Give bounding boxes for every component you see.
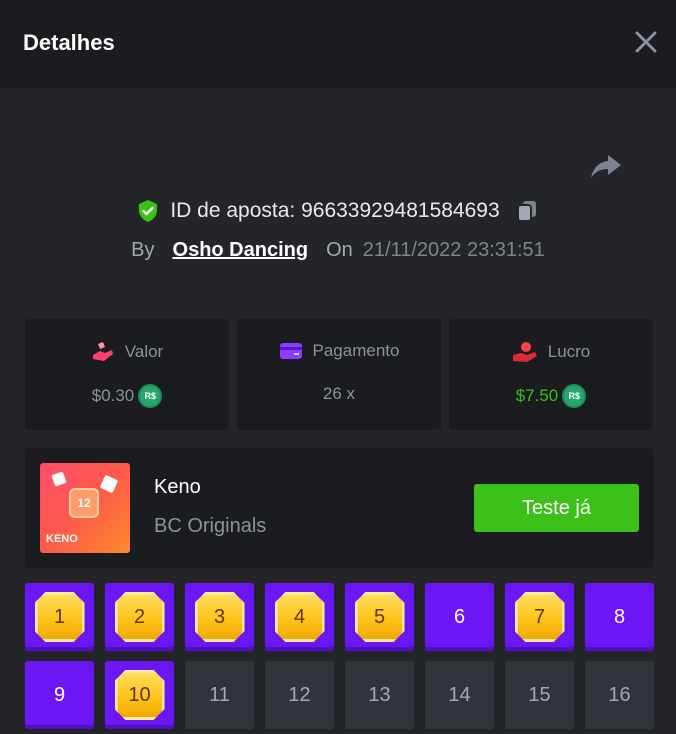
close-icon[interactable] <box>632 28 660 56</box>
keno-tile-16[interactable]: 16 <box>585 661 654 729</box>
profit-hand-icon <box>512 342 537 362</box>
tile-number: 11 <box>209 683 230 706</box>
gold-gem-icon: 3 <box>194 592 245 642</box>
keno-ball: 12 <box>69 488 99 518</box>
dice-icon <box>99 474 119 494</box>
keno-thumbnail[interactable]: 12 KENO <box>40 463 130 553</box>
gold-gem-icon: 2 <box>114 592 165 642</box>
stat-value: $0.30 <box>91 386 135 405</box>
stat-value: 26 x <box>322 384 356 403</box>
keno-tile-5[interactable]: 5 <box>345 583 414 651</box>
bet-id-row: ID de aposta: 96633929481584693 <box>0 196 676 226</box>
gold-gem-icon: 4 <box>274 592 325 642</box>
stat-card-pagamento: Pagamento 26 x <box>237 319 441 430</box>
brl-coin-icon: R$ <box>562 384 587 408</box>
bet-id-text: ID de aposta: 96633929481584693 <box>170 199 500 222</box>
stat-label: Valor <box>124 342 164 361</box>
tile-number: 16 <box>608 683 631 706</box>
modal-title: Detalhes <box>23 30 115 55</box>
tile-number: 12 <box>288 683 311 706</box>
bet-date: 21/11/2022 23:31:51 <box>362 238 545 261</box>
keno-tile-2[interactable]: 2 <box>105 583 174 651</box>
tile-number: 9 <box>53 683 66 706</box>
bet-meta-row: By Osho Dancing On 21/11/2022 23:31:51 <box>0 235 676 265</box>
keno-tile-6[interactable]: 6 <box>425 583 494 651</box>
gold-gem-icon: 1 <box>34 592 85 642</box>
game-card: 12 KENO Keno BC Originals Teste já <box>25 448 654 568</box>
keno-tile-13[interactable]: 13 <box>345 661 414 729</box>
keno-tile-7[interactable]: 7 <box>505 583 574 651</box>
wallet-icon <box>279 343 302 359</box>
keno-tile-1[interactable]: 1 <box>25 583 94 651</box>
tile-number: 15 <box>528 683 551 706</box>
tile-number: 6 <box>453 605 466 628</box>
keno-logo-text: KENO <box>46 533 78 545</box>
by-label: By <box>131 238 155 261</box>
stat-label: Lucro <box>547 342 591 361</box>
dice-icon <box>51 471 67 487</box>
keno-tile-4[interactable]: 4 <box>265 583 334 651</box>
keno-tile-10[interactable]: 10 <box>105 661 174 729</box>
keno-tile-9[interactable]: 9 <box>25 661 94 729</box>
on-label: On <box>326 238 353 261</box>
user-link[interactable]: Osho Dancing <box>173 239 309 262</box>
copy-icon[interactable] <box>514 198 540 224</box>
game-name: Keno <box>154 476 201 498</box>
brl-coin-icon: R$ <box>138 384 163 408</box>
tile-number: 14 <box>448 683 471 706</box>
keno-tile-8[interactable]: 8 <box>585 583 654 651</box>
stat-label: Pagamento <box>312 341 400 360</box>
gold-gem-icon: 7 <box>514 592 565 642</box>
share-icon[interactable] <box>588 148 624 184</box>
stat-card-valor: Valor $0.30 R$ <box>25 319 229 430</box>
gold-gem-icon: 10 <box>114 670 165 720</box>
tile-number: 13 <box>368 683 391 706</box>
keno-tile-12[interactable]: 12 <box>265 661 334 729</box>
keno-tile-3[interactable]: 3 <box>185 583 254 651</box>
keno-tile-11[interactable]: 11 <box>185 661 254 729</box>
verified-shield-icon <box>139 200 158 222</box>
stat-card-lucro: Lucro $7.50 R$ <box>449 319 653 430</box>
try-now-button[interactable]: Teste já <box>474 484 639 532</box>
game-provider: BC Originals <box>154 515 267 537</box>
keno-tile-15[interactable]: 15 <box>505 661 574 729</box>
modal-header: Detalhes <box>0 0 676 88</box>
gold-gem-icon: 5 <box>354 592 405 642</box>
keno-tile-14[interactable]: 14 <box>425 661 494 729</box>
hand-coin-icon <box>92 342 113 361</box>
stat-value: $7.50 <box>515 386 559 405</box>
tile-number: 8 <box>613 605 626 628</box>
